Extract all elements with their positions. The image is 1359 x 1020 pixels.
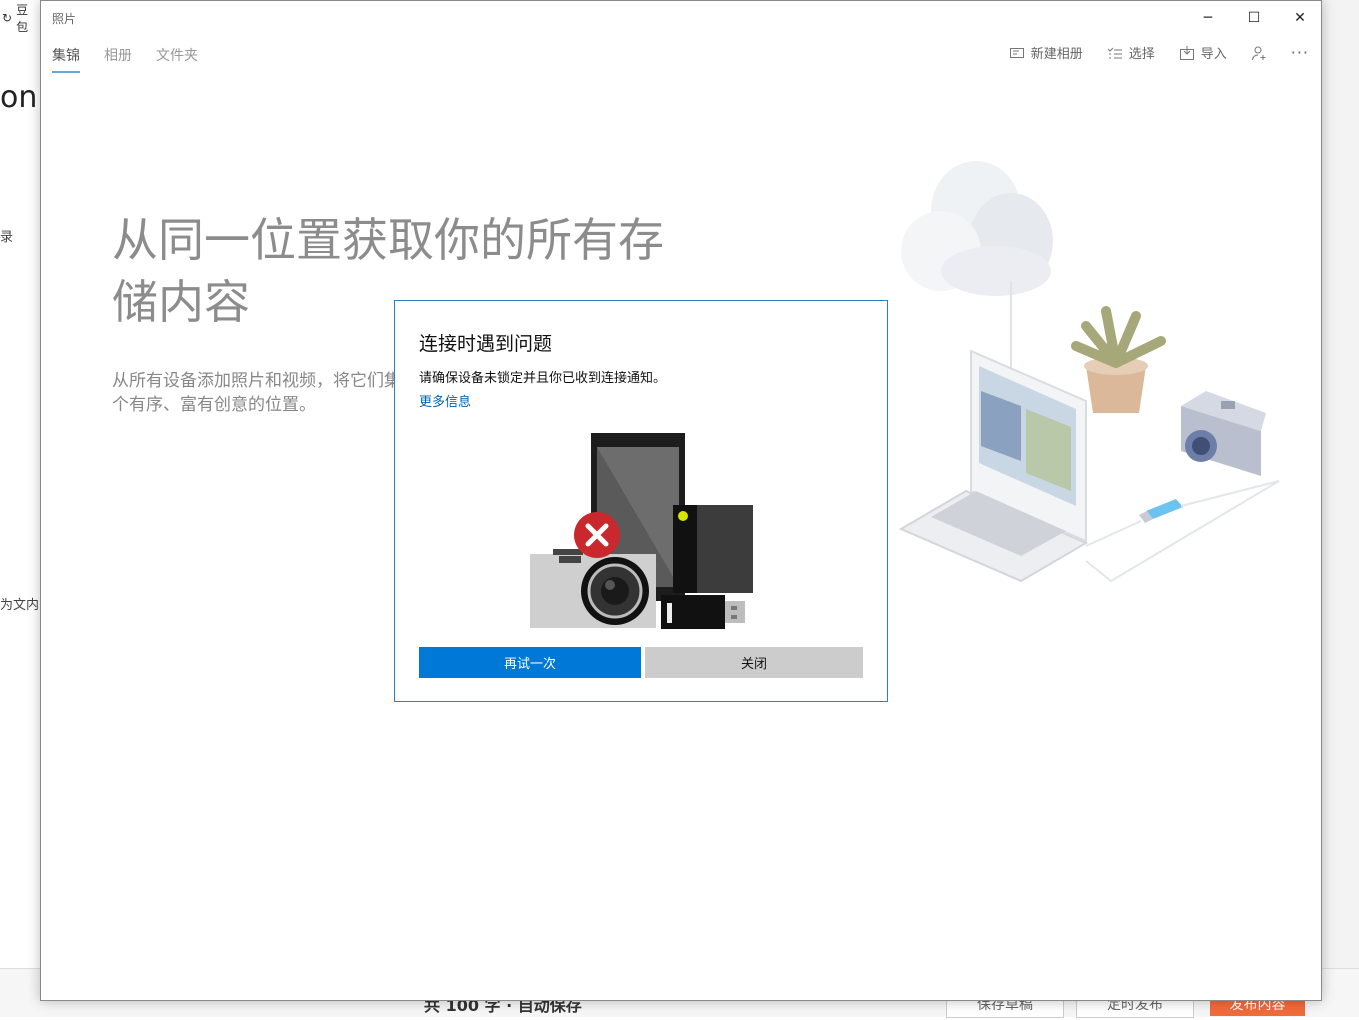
background-app-tab: ↻ 豆包 <box>0 0 40 36</box>
select-list-icon <box>1107 47 1122 58</box>
dialog-close-button[interactable]: 关闭 <box>645 647 863 678</box>
background-tab-label: 豆包 <box>16 3 29 34</box>
import-button[interactable]: 导入 <box>1179 43 1227 62</box>
more-options-button[interactable]: ··· <box>1291 43 1309 62</box>
laptop-icon <box>898 349 1089 583</box>
plant-icon <box>1071 306 1166 413</box>
more-info-link[interactable]: 更多信息 <box>419 391 471 410</box>
minimize-button[interactable]: ─ <box>1185 1 1231 35</box>
person-add-icon <box>1251 46 1266 60</box>
new-album-icon <box>1009 47 1024 58</box>
usb-drive-icon <box>1139 499 1183 523</box>
connection-error-dialog: 连接时遇到问题 请确保设备未锁定并且你已收到连接通知。 更多信息 再试一次 关闭 <box>394 300 888 702</box>
title-bar: 照片 ─ ☐ ✕ <box>41 1 1321 35</box>
tab-folders[interactable]: 文件夹 <box>156 45 198 73</box>
nav-tabs: 集锦 相册 文件夹 <box>52 45 198 73</box>
usb-stick-icon <box>661 595 745 629</box>
devices-cloud-illustration <box>898 161 1280 583</box>
tab-albums[interactable]: 相册 <box>104 45 132 73</box>
minimize-icon: ─ <box>1203 10 1213 26</box>
cloud-icon <box>901 161 1053 296</box>
tab-collection[interactable]: 集锦 <box>52 45 80 73</box>
select-label: 选择 <box>1128 47 1155 62</box>
select-button[interactable]: 选择 <box>1107 43 1155 62</box>
background-text-fragment: 为文内 <box>0 598 40 613</box>
account-button[interactable] <box>1251 45 1267 61</box>
retry-button[interactable]: 再试一次 <box>419 647 641 678</box>
app-title: 照片 <box>52 12 77 26</box>
camera-icon <box>1181 391 1266 476</box>
background-right-strip <box>1322 0 1359 1016</box>
dialog-message: 请确保设备未锁定并且你已收到连接通知。 <box>419 371 667 386</box>
refresh-icon: ↻ <box>2 11 13 25</box>
hard-drive-icon <box>673 505 753 593</box>
maximize-button[interactable]: ☐ <box>1231 1 1277 35</box>
new-album-button[interactable]: 新建相册 <box>1009 43 1083 62</box>
background-text-fragment: 录 <box>0 230 14 245</box>
import-label: 导入 <box>1200 47 1227 62</box>
dialog-title: 连接时遇到问题 <box>419 333 553 355</box>
camera-icon <box>530 549 656 628</box>
toolbar: 新建相册 选择 导入 ··· <box>1009 43 1309 62</box>
device-error-illustration <box>530 433 753 629</box>
close-icon: ✕ <box>1294 10 1306 26</box>
maximize-icon: ☐ <box>1247 10 1261 26</box>
error-x-icon <box>574 512 620 558</box>
new-album-label: 新建相册 <box>1030 47 1083 62</box>
close-button[interactable]: ✕ <box>1277 1 1321 35</box>
background-logo-fragment: on <box>0 80 38 115</box>
import-icon <box>1179 45 1194 60</box>
